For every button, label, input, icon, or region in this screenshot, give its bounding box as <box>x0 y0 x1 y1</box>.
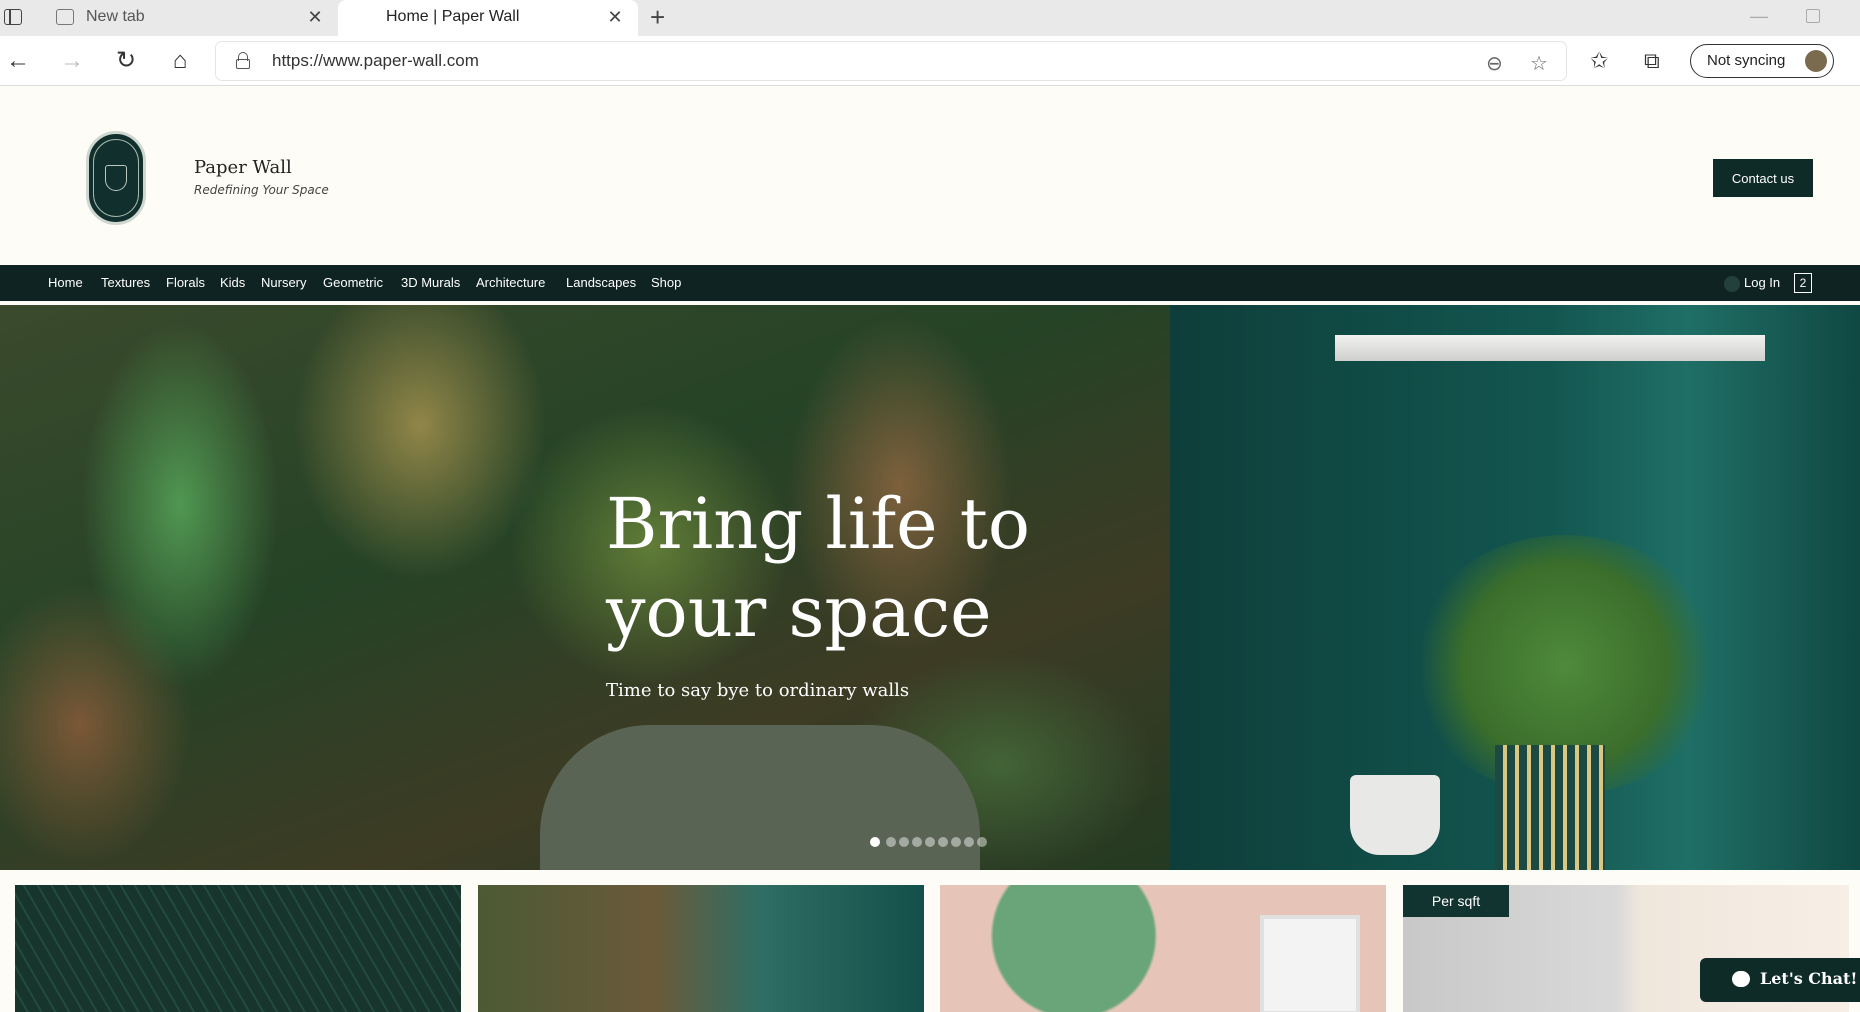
user-icon[interactable] <box>1724 276 1740 292</box>
crest-icon <box>105 165 127 191</box>
marble-shelf-image <box>1335 335 1765 361</box>
site-title[interactable]: Paper Wall <box>194 157 292 178</box>
sidebar-toggle-icon[interactable] <box>4 9 22 25</box>
favorites-icon[interactable]: ✩ <box>1590 48 1608 74</box>
new-tab-page-icon <box>56 9 74 25</box>
nav-item-nursery[interactable]: Nursery <box>261 275 307 290</box>
contact-us-button[interactable]: Contact us <box>1713 159 1813 197</box>
chat-bubble-icon <box>1732 971 1750 987</box>
site-header: Paper Wall Redefining Your Space Contact… <box>0 87 1860 265</box>
slider-dot[interactable] <box>977 837 987 847</box>
close-icon[interactable]: ✕ <box>606 8 624 26</box>
door-image <box>1260 915 1360 1012</box>
nav-item-home[interactable]: Home <box>48 275 83 290</box>
chat-label: Let's Chat! <box>1760 969 1858 988</box>
tab-home-paper-wall[interactable]: Home | Paper Wall ✕ <box>338 0 638 36</box>
tab-title: Home | Paper Wall <box>386 8 520 25</box>
cart-icon[interactable]: 2 <box>1794 273 1812 293</box>
home-button[interactable]: ⌂ <box>164 45 196 77</box>
login-link[interactable]: Log In <box>1744 275 1780 290</box>
browser-tab-bar: New tab ✕ Home | Paper Wall ✕ + — <box>0 0 1860 36</box>
slider-dots[interactable] <box>870 837 987 847</box>
avatar <box>1805 50 1827 72</box>
nav-item-architecture[interactable]: Architecture <box>476 275 545 290</box>
url-text[interactable]: https://www.paper-wall.com <box>272 51 479 71</box>
nav-item-geometric[interactable]: Geometric <box>323 275 383 290</box>
armchair-image <box>540 725 980 870</box>
profile-sync-button[interactable]: Not syncing <box>1690 44 1834 78</box>
chat-button[interactable]: Let's Chat! <box>1700 958 1860 1002</box>
restore-icon[interactable] <box>1806 9 1820 23</box>
product-tile[interactable] <box>940 885 1386 1012</box>
close-icon[interactable]: ✕ <box>306 8 324 26</box>
back-button[interactable]: ← <box>2 45 34 77</box>
tab-title: New tab <box>86 8 145 25</box>
nav-item-florals[interactable]: Florals <box>166 275 205 290</box>
site-tagline: Redefining Your Space <box>194 183 329 197</box>
lock-icon[interactable] <box>236 52 250 69</box>
tab-new-tab[interactable]: New tab ✕ <box>42 0 338 36</box>
slider-dot[interactable] <box>899 837 909 847</box>
slider-dot[interactable] <box>951 837 961 847</box>
hero-title: Bring life to your space <box>606 483 1031 653</box>
nav-item-kids[interactable]: Kids <box>220 275 245 290</box>
slider-dot[interactable] <box>938 837 948 847</box>
slider-dot[interactable] <box>870 837 880 847</box>
nav-item-landscapes[interactable]: Landscapes <box>566 275 636 290</box>
new-tab-button[interactable]: + <box>650 4 665 30</box>
sync-label: Not syncing <box>1707 52 1786 69</box>
slider-dot[interactable] <box>964 837 974 847</box>
refresh-button[interactable]: ↻ <box>110 45 142 77</box>
site-logo[interactable] <box>86 131 146 225</box>
nav-item-shop[interactable]: Shop <box>651 275 681 290</box>
price-unit-badge: Per sqft <box>1403 885 1509 917</box>
zoom-out-icon[interactable]: ⊖ <box>1486 51 1503 76</box>
address-bar[interactable]: https://www.paper-wall.com ⊖ ☆ <box>216 42 1566 80</box>
add-favorite-icon[interactable]: ☆ <box>1530 51 1548 76</box>
minimize-icon[interactable]: — <box>1750 6 1768 27</box>
nav-item-3d-murals[interactable]: 3D Murals <box>401 275 460 290</box>
slider-dot[interactable] <box>886 837 896 847</box>
slider-dot[interactable] <box>912 837 922 847</box>
product-tile[interactable] <box>478 885 924 1012</box>
main-navigation: Home Textures Florals Kids Nursery Geome… <box>0 265 1860 301</box>
nav-item-textures[interactable]: Textures <box>101 275 150 290</box>
product-tile[interactable] <box>15 885 461 1012</box>
hero-subtitle: Time to say bye to ordinary walls <box>606 680 910 701</box>
vase-image <box>1495 745 1605 870</box>
slider-dot[interactable] <box>925 837 935 847</box>
forward-button[interactable]: → <box>56 45 88 77</box>
pot-image <box>1350 775 1440 855</box>
collections-icon[interactable]: ⧉ <box>1644 48 1660 74</box>
browser-toolbar: ← → ↻ ⌂ https://www.paper-wall.com ⊖ ☆ ✩… <box>0 36 1860 86</box>
